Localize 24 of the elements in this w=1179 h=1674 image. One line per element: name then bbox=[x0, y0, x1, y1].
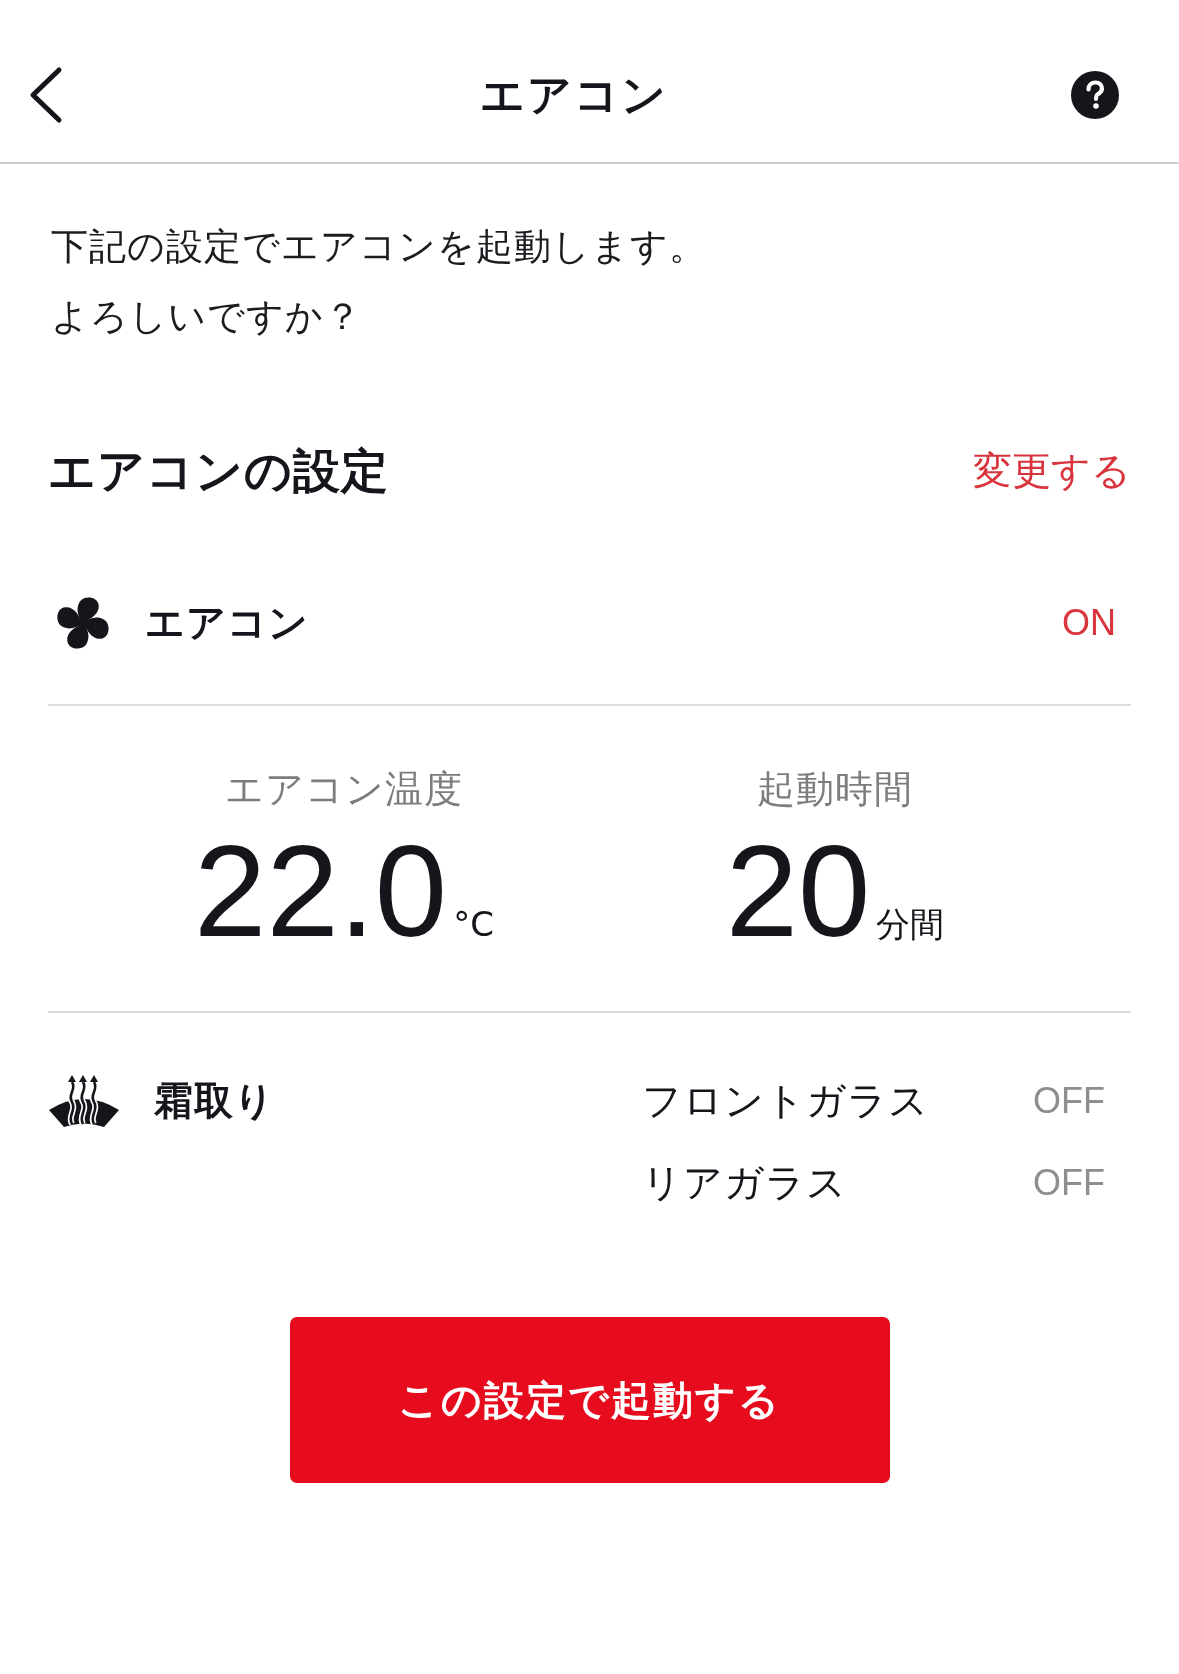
fan-icon bbox=[55, 594, 111, 651]
change-link[interactable]: 変更する bbox=[973, 446, 1131, 496]
aircon-label: エアコン bbox=[145, 598, 309, 647]
screen-title: エアコン bbox=[479, 68, 668, 122]
reading-label: 起動時間 bbox=[757, 766, 913, 813]
help-button[interactable] bbox=[1071, 71, 1119, 119]
defrost-item-label: リアガラス bbox=[642, 1159, 847, 1207]
aircon-status: ON bbox=[1062, 600, 1116, 645]
chevron-left-icon bbox=[28, 66, 64, 124]
intro-text: 下記の設定でエアコンを起動します。 よろしいですか？ bbox=[51, 224, 708, 340]
reading-unit: °C bbox=[453, 904, 494, 944]
windshield-heat-icon bbox=[48, 1074, 120, 1128]
reading-label: エアコン温度 bbox=[225, 766, 463, 813]
defrost-item-status: OFF bbox=[1033, 1079, 1105, 1123]
help-icon bbox=[1071, 71, 1119, 119]
defrost-item-label: フロントガラス bbox=[642, 1077, 929, 1125]
section-title: エアコンの設定 bbox=[48, 442, 389, 500]
reading-value: 20 bbox=[725, 826, 871, 956]
reading-value: 22.0 bbox=[194, 826, 448, 956]
back-button[interactable] bbox=[28, 66, 64, 124]
defrost-label: 霜取り bbox=[154, 1077, 275, 1125]
start-button[interactable]: この設定で起動する bbox=[289, 1317, 890, 1483]
reading-unit: 分間 bbox=[876, 904, 945, 944]
defrost-item-status: OFF bbox=[1033, 1161, 1105, 1205]
